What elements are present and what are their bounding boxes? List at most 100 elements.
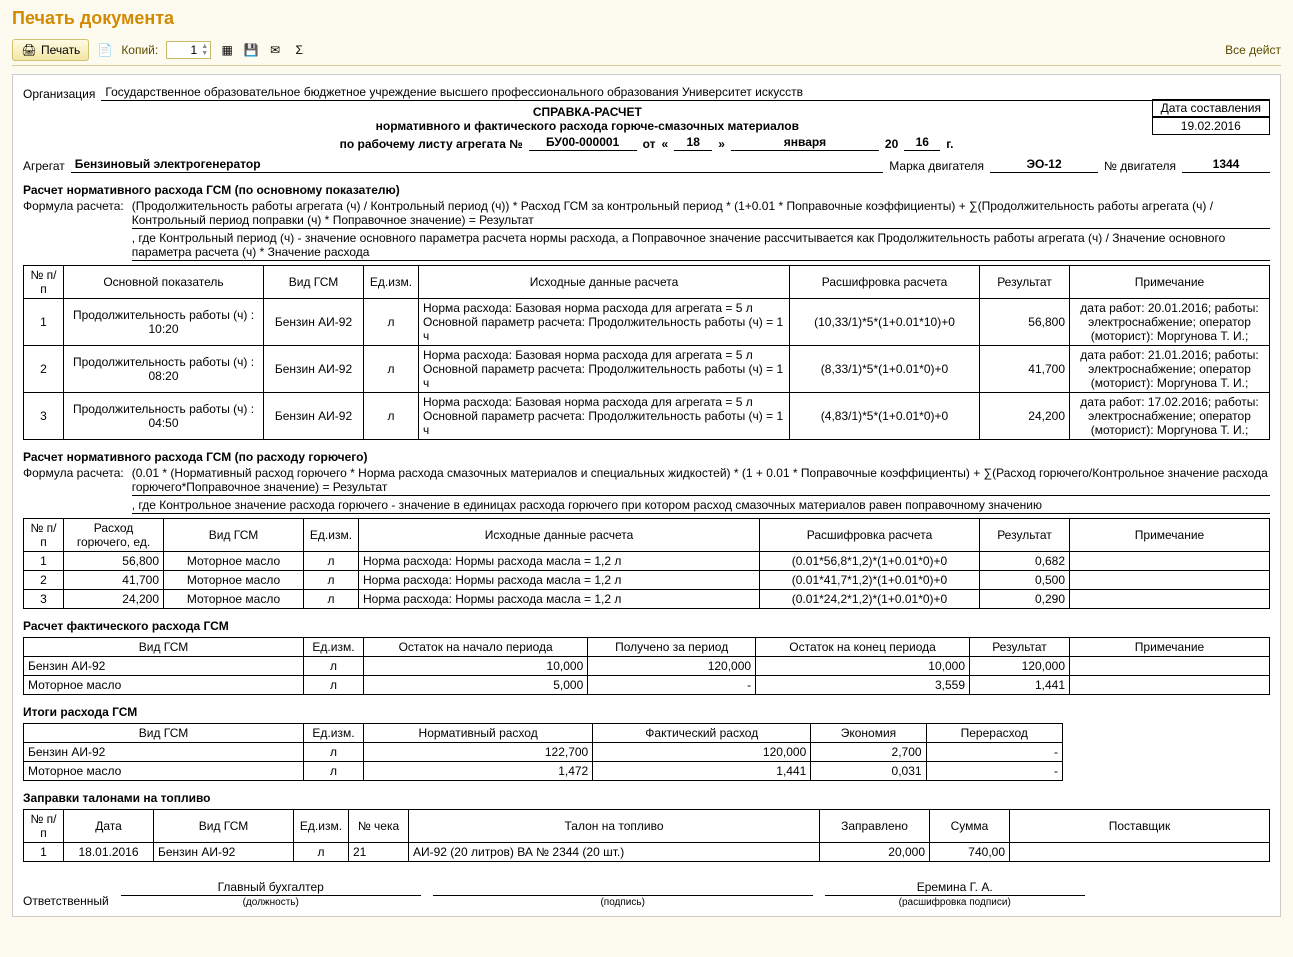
all-actions-link[interactable]: Все дейст: [1225, 43, 1281, 57]
col-header: Исходные данные расчета: [419, 266, 790, 299]
sheet-year: 16: [904, 135, 940, 151]
cell: 1,441: [593, 762, 811, 781]
cell: Моторное масло: [24, 676, 304, 695]
cell: 56,800: [64, 552, 164, 571]
year-suffix: г.: [946, 137, 953, 151]
cell: Продолжительность работы (ч) : 04:50: [64, 393, 264, 440]
cell: [1070, 676, 1270, 695]
col-header: Результат: [980, 519, 1070, 552]
sheet-month: января: [731, 135, 879, 151]
print-button[interactable]: 🖨 Печать: [12, 39, 89, 61]
cell: Бензин АИ-92: [264, 393, 364, 440]
page-icon[interactable]: 📄: [97, 42, 113, 58]
cell: Продолжительность работы (ч) : 10:20: [64, 299, 264, 346]
cell: 41,700: [64, 571, 164, 590]
col-header: № п/п: [24, 810, 64, 843]
cell: л: [294, 843, 349, 862]
col-header: Ед.изм.: [304, 638, 364, 657]
col-header: Основной показатель: [64, 266, 264, 299]
fact-table: Вид ГСМЕд.изм.Остаток на начало периодаП…: [23, 637, 1270, 695]
cell: Бензин АИ-92: [154, 843, 294, 862]
cell: -: [926, 762, 1062, 781]
cell: АИ-92 (20 литров) ВА № 2344 (20 шт.): [409, 843, 820, 862]
col-header: Остаток на начало периода: [364, 638, 588, 657]
col-header: № п/п: [24, 519, 64, 552]
col-header: Дата: [64, 810, 154, 843]
col-header: Ед.изм.: [364, 266, 419, 299]
cell: л: [364, 299, 419, 346]
cell: [1070, 571, 1270, 590]
col-header: № п/п: [24, 266, 64, 299]
cell: Моторное масло: [24, 762, 304, 781]
sign-caption: (подпись): [600, 897, 644, 908]
cell: Норма расхода: Нормы расхода масла = 1,2…: [359, 590, 760, 609]
cell: 5,000: [364, 676, 588, 695]
cell: л: [304, 657, 364, 676]
table-row: 118.01.2016Бензин АИ-92л21АИ-92 (20 литр…: [24, 843, 1270, 862]
cell: 24,200: [64, 590, 164, 609]
col-header: Ед.изм.: [304, 724, 364, 743]
sign-row: Ответственный Главный бухгалтер (должнос…: [23, 880, 1270, 908]
date-box-label: Дата составления: [1152, 99, 1270, 117]
cell: л: [304, 552, 359, 571]
cell: 20,000: [820, 843, 930, 862]
sigma-icon[interactable]: Σ: [291, 42, 307, 58]
date-box: Дата составления 19.02.2016: [1152, 99, 1270, 135]
cell: (0.01*56,8*1,2)*(1+0.01*0)+0: [760, 552, 980, 571]
page-title: Печать документа: [12, 8, 1281, 29]
cell: 3: [24, 590, 64, 609]
cell: 56,800: [980, 299, 1070, 346]
coupons-table: № п/пДатаВид ГСМЕд.изм.№ чекаТалон на то…: [23, 809, 1270, 862]
table-row: Моторное маслол1,4721,4410,031-: [24, 762, 1063, 781]
col-header: Расшифровка расчета: [790, 266, 980, 299]
col-header: Вид ГСМ: [264, 266, 364, 299]
cell: 1,441: [970, 676, 1070, 695]
cell: л: [304, 590, 359, 609]
print-label: Печать: [41, 43, 80, 57]
engine-brand: ЭО-12: [990, 157, 1098, 173]
engine-no: 1344: [1182, 157, 1270, 173]
cell: (4,83/1)*5*(1+0.01*0)+0: [790, 393, 980, 440]
cell: Бензин АИ-92: [264, 299, 364, 346]
cell: 0,290: [980, 590, 1070, 609]
copies-stepper[interactable]: ▲ ▼: [166, 41, 211, 59]
cell: л: [304, 676, 364, 695]
cell: [1010, 843, 1270, 862]
cell: 120,000: [588, 657, 756, 676]
cell: 120,000: [593, 743, 811, 762]
mail-icon[interactable]: ✉: [267, 42, 283, 58]
col-header: Экономия: [811, 724, 926, 743]
grid-icon[interactable]: ▦: [219, 42, 235, 58]
cell: 0,031: [811, 762, 926, 781]
norm1-table: № п/пОсновной показательВид ГСМЕд.изм.Ис…: [23, 265, 1270, 440]
org-value: Государственное образовательное бюджетно…: [101, 85, 1270, 101]
norm2-table: № п/пРасход горючего, ед.Вид ГСМЕд.изм.И…: [23, 518, 1270, 609]
table-row: Бензин АИ-92л10,000120,00010,000120,000: [24, 657, 1270, 676]
cell: (0.01*24,2*1,2)*(1+0.01*0)+0: [760, 590, 980, 609]
date-box-value: 19.02.2016: [1152, 117, 1270, 135]
copies-input[interactable]: [167, 42, 199, 58]
position-value: Главный бухгалтер: [121, 880, 421, 896]
toolbar: 🖨 Печать 📄 Копий: ▲ ▼ ▦ 💾 ✉ Σ Все дейст: [12, 39, 1281, 66]
save-icon[interactable]: 💾: [243, 42, 259, 58]
document-body: Организация Государственное образователь…: [12, 74, 1281, 917]
copies-down-icon[interactable]: ▼: [199, 50, 210, 57]
cell: 3,559: [756, 676, 970, 695]
cell: дата работ: 21.01.2016; работы: электрос…: [1070, 346, 1270, 393]
cell: Моторное масло: [164, 552, 304, 571]
name-caption: (расшифровка подписи): [899, 897, 1011, 908]
col-header: Результат: [980, 266, 1070, 299]
col-header: Примечание: [1070, 266, 1270, 299]
table-row: 2Продолжительность работы (ч) : 08:20Бен…: [24, 346, 1270, 393]
copies-up-icon[interactable]: ▲: [199, 43, 210, 50]
norm1-section: Расчет нормативного расхода ГСМ (по осно…: [23, 183, 1270, 197]
cell: Норма расхода: Базовая норма расхода для…: [419, 346, 790, 393]
cell: -: [588, 676, 756, 695]
col-header: Перерасход: [926, 724, 1062, 743]
cell: л: [304, 762, 364, 781]
fact-section: Расчет фактического расхода ГСМ: [23, 619, 1270, 633]
norm1-formula-label: Формула расчета:: [23, 199, 124, 229]
cell: 0,500: [980, 571, 1070, 590]
cell: Норма расхода: Нормы расхода масла = 1,2…: [359, 571, 760, 590]
cell: Норма расхода: Базовая норма расхода для…: [419, 299, 790, 346]
